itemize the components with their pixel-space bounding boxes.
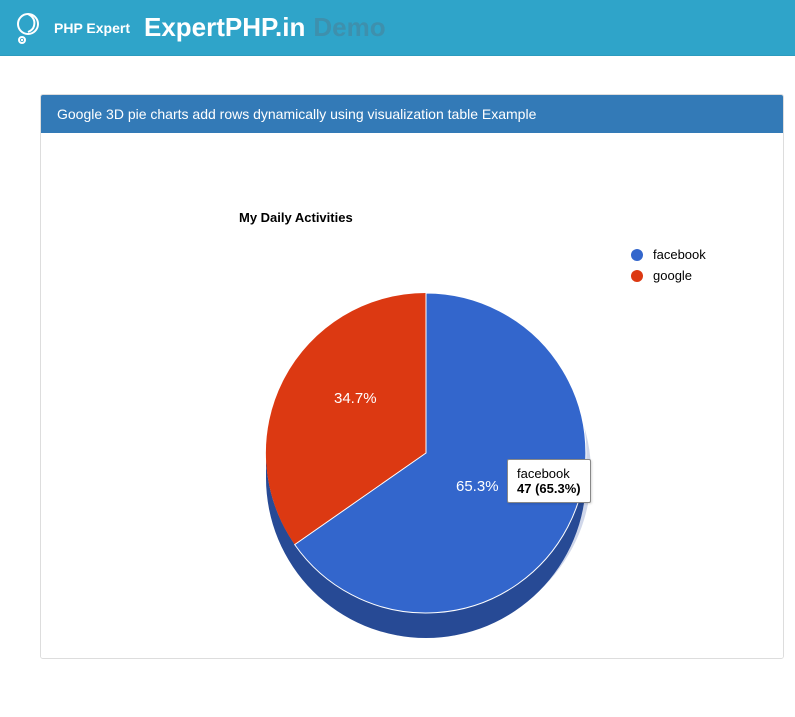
chart-legend: facebook google — [631, 247, 706, 289]
site-subtitle: Demo — [313, 12, 385, 43]
chart-tooltip: facebook 47 (65.3%) — [507, 459, 591, 503]
legend-swatch-icon — [631, 270, 643, 282]
chart-title: My Daily Activities — [239, 210, 353, 225]
legend-swatch-icon — [631, 249, 643, 261]
logo-area: PHP Expert — [10, 10, 130, 46]
top-bar: PHP Expert ExpertPHP.in Demo — [0, 0, 795, 56]
slice-label-blue: 65.3% — [456, 478, 499, 495]
tooltip-value: 47 (65.3%) — [517, 481, 581, 496]
logo-text: PHP Expert — [54, 20, 130, 36]
tooltip-name: facebook — [517, 466, 581, 481]
page-content: Google 3D pie charts add rows dynamicall… — [0, 56, 795, 659]
example-panel: Google 3D pie charts add rows dynamicall… — [40, 94, 784, 659]
legend-label: google — [653, 268, 692, 283]
panel-body: My Daily Activities — [41, 133, 783, 658]
legend-item-google[interactable]: google — [631, 268, 706, 283]
php-expert-head-icon — [10, 10, 46, 46]
site-title[interactable]: ExpertPHP.in — [144, 12, 305, 43]
panel-title: Google 3D pie charts add rows dynamicall… — [41, 95, 783, 133]
legend-item-facebook[interactable]: facebook — [631, 247, 706, 262]
slice-label-red: 34.7% — [334, 390, 377, 407]
legend-label: facebook — [653, 247, 706, 262]
pie-chart[interactable]: 34.7% 65.3% — [261, 253, 591, 583]
